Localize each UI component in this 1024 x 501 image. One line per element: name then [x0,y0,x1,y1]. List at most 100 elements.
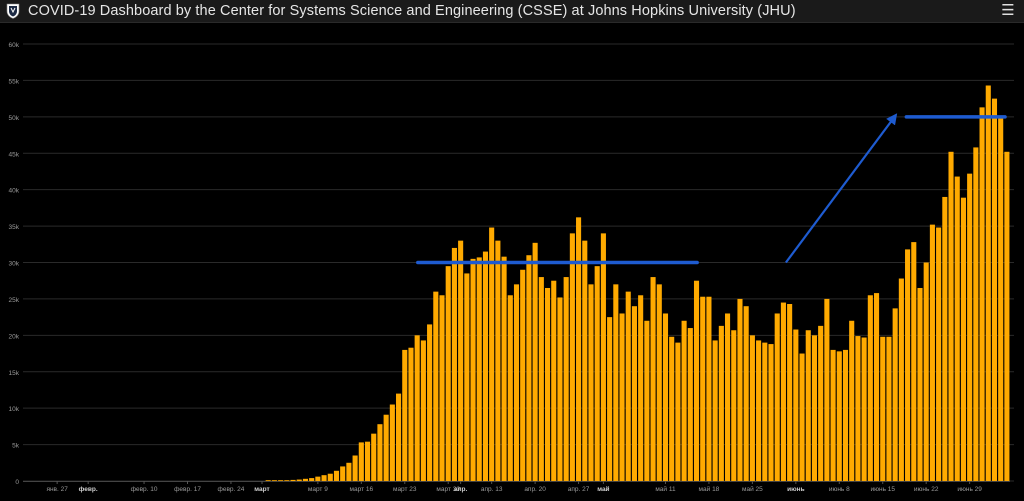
y-tick-label: 25k [9,297,20,304]
bar [520,269,526,481]
y-tick-label: 10k [9,406,20,413]
bar [756,340,762,481]
bar [973,147,979,482]
bar [979,107,985,482]
x-tick-label: февр. 10 [131,486,158,493]
bar [780,302,786,481]
bar [451,247,457,481]
bar [948,151,954,481]
bar [886,336,892,481]
bar [762,342,768,481]
bar [321,475,327,481]
x-tick-label: июнь 15 [870,486,895,493]
jhu-shield-logo-icon [5,2,21,20]
bar [513,284,520,481]
bar [371,433,377,481]
bar [464,273,470,481]
y-tick-label: 0 [15,479,19,486]
bar [967,173,973,481]
bar [985,85,991,481]
y-tick-label: 30k [9,261,20,268]
bar [644,320,650,481]
bar [427,324,433,481]
bar [619,313,625,481]
bar [687,328,693,481]
bar [296,479,302,481]
bar [625,291,631,481]
bar [439,295,445,481]
bar [538,277,544,481]
x-tick-label: янв. 27 [46,486,68,493]
bar [954,176,960,481]
bar [731,330,737,481]
bar [799,353,805,481]
bar [594,266,600,481]
bar [824,298,830,481]
bar [501,256,507,481]
bar [849,320,855,481]
bar [650,277,656,481]
bar [284,480,290,481]
bar [526,255,532,481]
bar [737,298,743,481]
bar [377,424,383,481]
x-tick-label: март [254,486,269,493]
x-tick-label: май 25 [742,485,763,493]
bar [557,297,563,481]
bar [712,340,718,481]
bar [830,349,836,481]
x-tick-label: май [597,485,609,493]
bar [892,308,898,481]
x-tick-label: март 23 [393,486,417,493]
bar [693,280,700,481]
x-tick-label: февр. 24 [218,486,245,493]
bar [389,404,395,481]
bar [346,462,352,481]
bar [470,258,476,481]
bar [743,306,749,481]
bar [532,242,538,481]
bar [656,284,662,481]
bar [811,335,818,481]
bar [420,340,426,481]
bar [898,278,904,481]
bar [327,473,333,481]
x-tick-label: июнь 29 [957,486,982,493]
bar [458,240,464,481]
bar [607,317,613,482]
bar [1004,151,1010,481]
bar [787,304,793,481]
x-tick-label: май 18 [699,485,720,493]
bar-series [265,85,1010,482]
bar [364,441,371,481]
bar [638,295,644,481]
bar [905,249,911,481]
x-tick-label: февр. [79,486,98,493]
bar [476,257,482,481]
bar [960,197,966,481]
bar [700,296,706,481]
bar [563,277,569,481]
bar [917,287,923,481]
bar-chart-svg: 0 5k 10k 15k 20k 25k 30k 35k 40k 45k 50k 55k 60k янв… [9,42,1014,493]
bar [569,233,575,481]
x-tick-label: апр. 27 [568,486,590,493]
x-tick-label: февр. 17 [174,486,201,493]
bar [309,478,315,481]
bar [923,262,929,481]
y-tick-label: 50k [9,115,20,122]
y-tick-label: 55k [9,78,20,85]
daily-cases-chart: 0 5k 10k 15k 20k 25k 30k 35k 40k 45k 50k 55k 60k янв… [0,24,1024,496]
y-tick-label: 15k [9,370,20,377]
bar [991,98,998,482]
x-tick-label: июнь 8 [829,486,850,493]
bar [482,251,489,481]
bar [861,337,867,481]
bar [551,280,557,481]
bar [396,393,402,481]
bar [867,295,873,481]
x-axis-labels: янв. 27 февр. февр. 10 февр. 17 февр. 24 март… [23,481,1010,493]
hamburger-menu-icon[interactable]: ☰ [1000,2,1016,20]
bar [873,293,880,481]
bar [402,349,408,481]
